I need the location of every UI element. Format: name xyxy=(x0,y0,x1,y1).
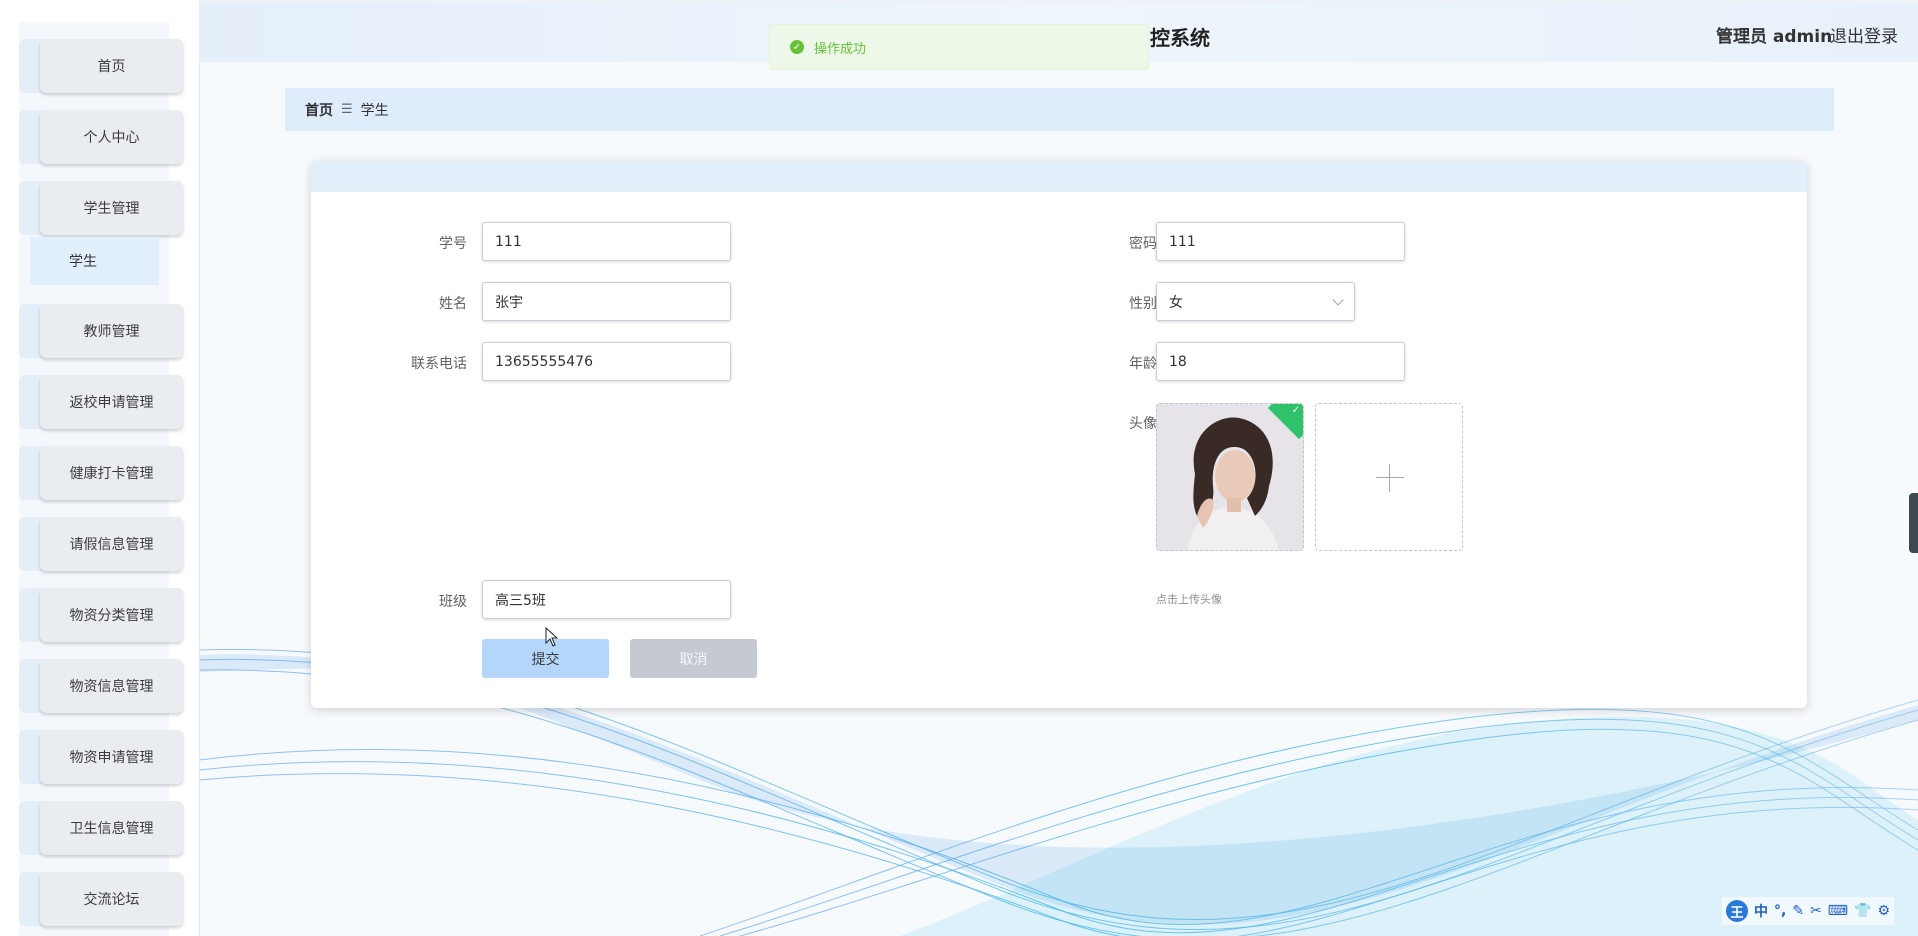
name-input[interactable]: 张宇 xyxy=(482,282,731,321)
sidebar-item-teacher-management[interactable]: 教师管理 xyxy=(19,304,183,358)
breadcrumb: 首页 ☰ 学生 xyxy=(285,88,1834,131)
phone-input[interactable]: 13655555476 xyxy=(482,342,731,381)
sidebar-item-hygiene-info[interactable]: 卫生信息管理 xyxy=(19,801,183,855)
class-label: 班级 xyxy=(439,594,467,610)
password-input[interactable]: 111 xyxy=(1156,222,1405,261)
keyboard-icon[interactable]: ⌨ xyxy=(1828,903,1848,919)
chevron-down-icon xyxy=(1332,293,1344,306)
breadcrumb-separator-icon: ☰ xyxy=(341,102,353,117)
toast-text: 操作成功 xyxy=(814,41,867,57)
phone-label: 联系电话 xyxy=(411,356,467,372)
pen-icon[interactable]: ✎ xyxy=(1792,903,1804,919)
ime-logo-icon[interactable]: 王 xyxy=(1726,900,1748,922)
breadcrumb-home[interactable]: 首页 xyxy=(305,100,333,120)
sidebar-item-health-checkin[interactable]: 健康打卡管理 xyxy=(19,446,183,500)
punctuation-icon[interactable]: °, xyxy=(1774,903,1786,919)
ime-mode-toggle[interactable]: 中 xyxy=(1754,901,1768,921)
gender-select[interactable]: 女 xyxy=(1156,282,1355,321)
side-panel-tab[interactable] xyxy=(1909,493,1918,553)
avatar-upload-button[interactable] xyxy=(1315,403,1463,551)
sidebar-item-supply-category[interactable]: 物资分类管理 xyxy=(19,588,183,642)
sidebar-item-supply-application[interactable]: 物资申请管理 xyxy=(19,730,183,784)
sidebar: 首页 个人中心 学生管理 学生 教师管理 返校申请管理 健康打卡管理 请假信息管… xyxy=(0,0,200,936)
cancel-button[interactable]: 取消 xyxy=(630,639,757,678)
gender-select-value: 女 xyxy=(1169,294,1183,311)
system-title: 控系统 xyxy=(1150,26,1210,50)
sidebar-item-forum[interactable]: 交流论坛 xyxy=(19,872,183,926)
ime-toolbar: 王 中 °, ✎ ✂ ⌨ 👕 ⚙ xyxy=(1722,897,1895,925)
check-icon: ✓ xyxy=(1291,405,1300,416)
mouse-cursor-icon xyxy=(545,627,559,647)
scissors-icon[interactable]: ✂ xyxy=(1810,903,1822,919)
sidebar-item-profile[interactable]: 个人中心 xyxy=(19,110,183,164)
password-label: 密码 xyxy=(1129,236,1157,252)
plus-icon-vertical xyxy=(1389,464,1390,492)
sidebar-item-return-application[interactable]: 返校申请管理 xyxy=(19,375,183,429)
gender-label: 性别 xyxy=(1129,296,1157,312)
gear-icon[interactable]: ⚙ xyxy=(1877,903,1890,919)
plus-icon xyxy=(1376,477,1404,478)
logout-link[interactable]: 退出登录 xyxy=(1830,22,1898,47)
sidebar-item-home[interactable]: 首页 xyxy=(19,39,183,93)
student-no-label: 学号 xyxy=(439,236,467,252)
sidebar-item-student-management[interactable]: 学生管理 xyxy=(19,181,183,235)
sidebar-item-supply-info[interactable]: 物资信息管理 xyxy=(19,659,183,713)
class-input[interactable]: 高三5班 xyxy=(482,580,731,619)
breadcrumb-current: 学生 xyxy=(360,102,389,119)
admin-label: 管理员 admin xyxy=(1716,27,1833,47)
avatar-preview[interactable]: ✓ xyxy=(1156,403,1304,551)
avatar-photo xyxy=(1157,404,1303,550)
avatar-label: 头像 xyxy=(1129,416,1157,432)
sidebar-item-leave-management[interactable]: 请假信息管理 xyxy=(19,517,183,571)
student-no-input[interactable]: 111 xyxy=(482,222,731,261)
success-toast: ✓ 操作成功 xyxy=(769,24,1149,70)
upload-tip: 点击上传头像 xyxy=(1156,593,1222,606)
age-input[interactable]: 18 xyxy=(1156,342,1405,381)
check-circle-icon: ✓ xyxy=(790,40,804,54)
student-form-card: 学号 111 密码 111 姓名 张宇 性别 女 联系电话 1365555547… xyxy=(311,161,1807,708)
card-header-bar xyxy=(311,161,1807,192)
name-label: 姓名 xyxy=(439,296,467,312)
sidebar-subitem-student[interactable]: 学生 xyxy=(30,237,159,285)
shirt-icon[interactable]: 👕 xyxy=(1854,903,1871,919)
age-label: 年龄 xyxy=(1129,356,1157,372)
